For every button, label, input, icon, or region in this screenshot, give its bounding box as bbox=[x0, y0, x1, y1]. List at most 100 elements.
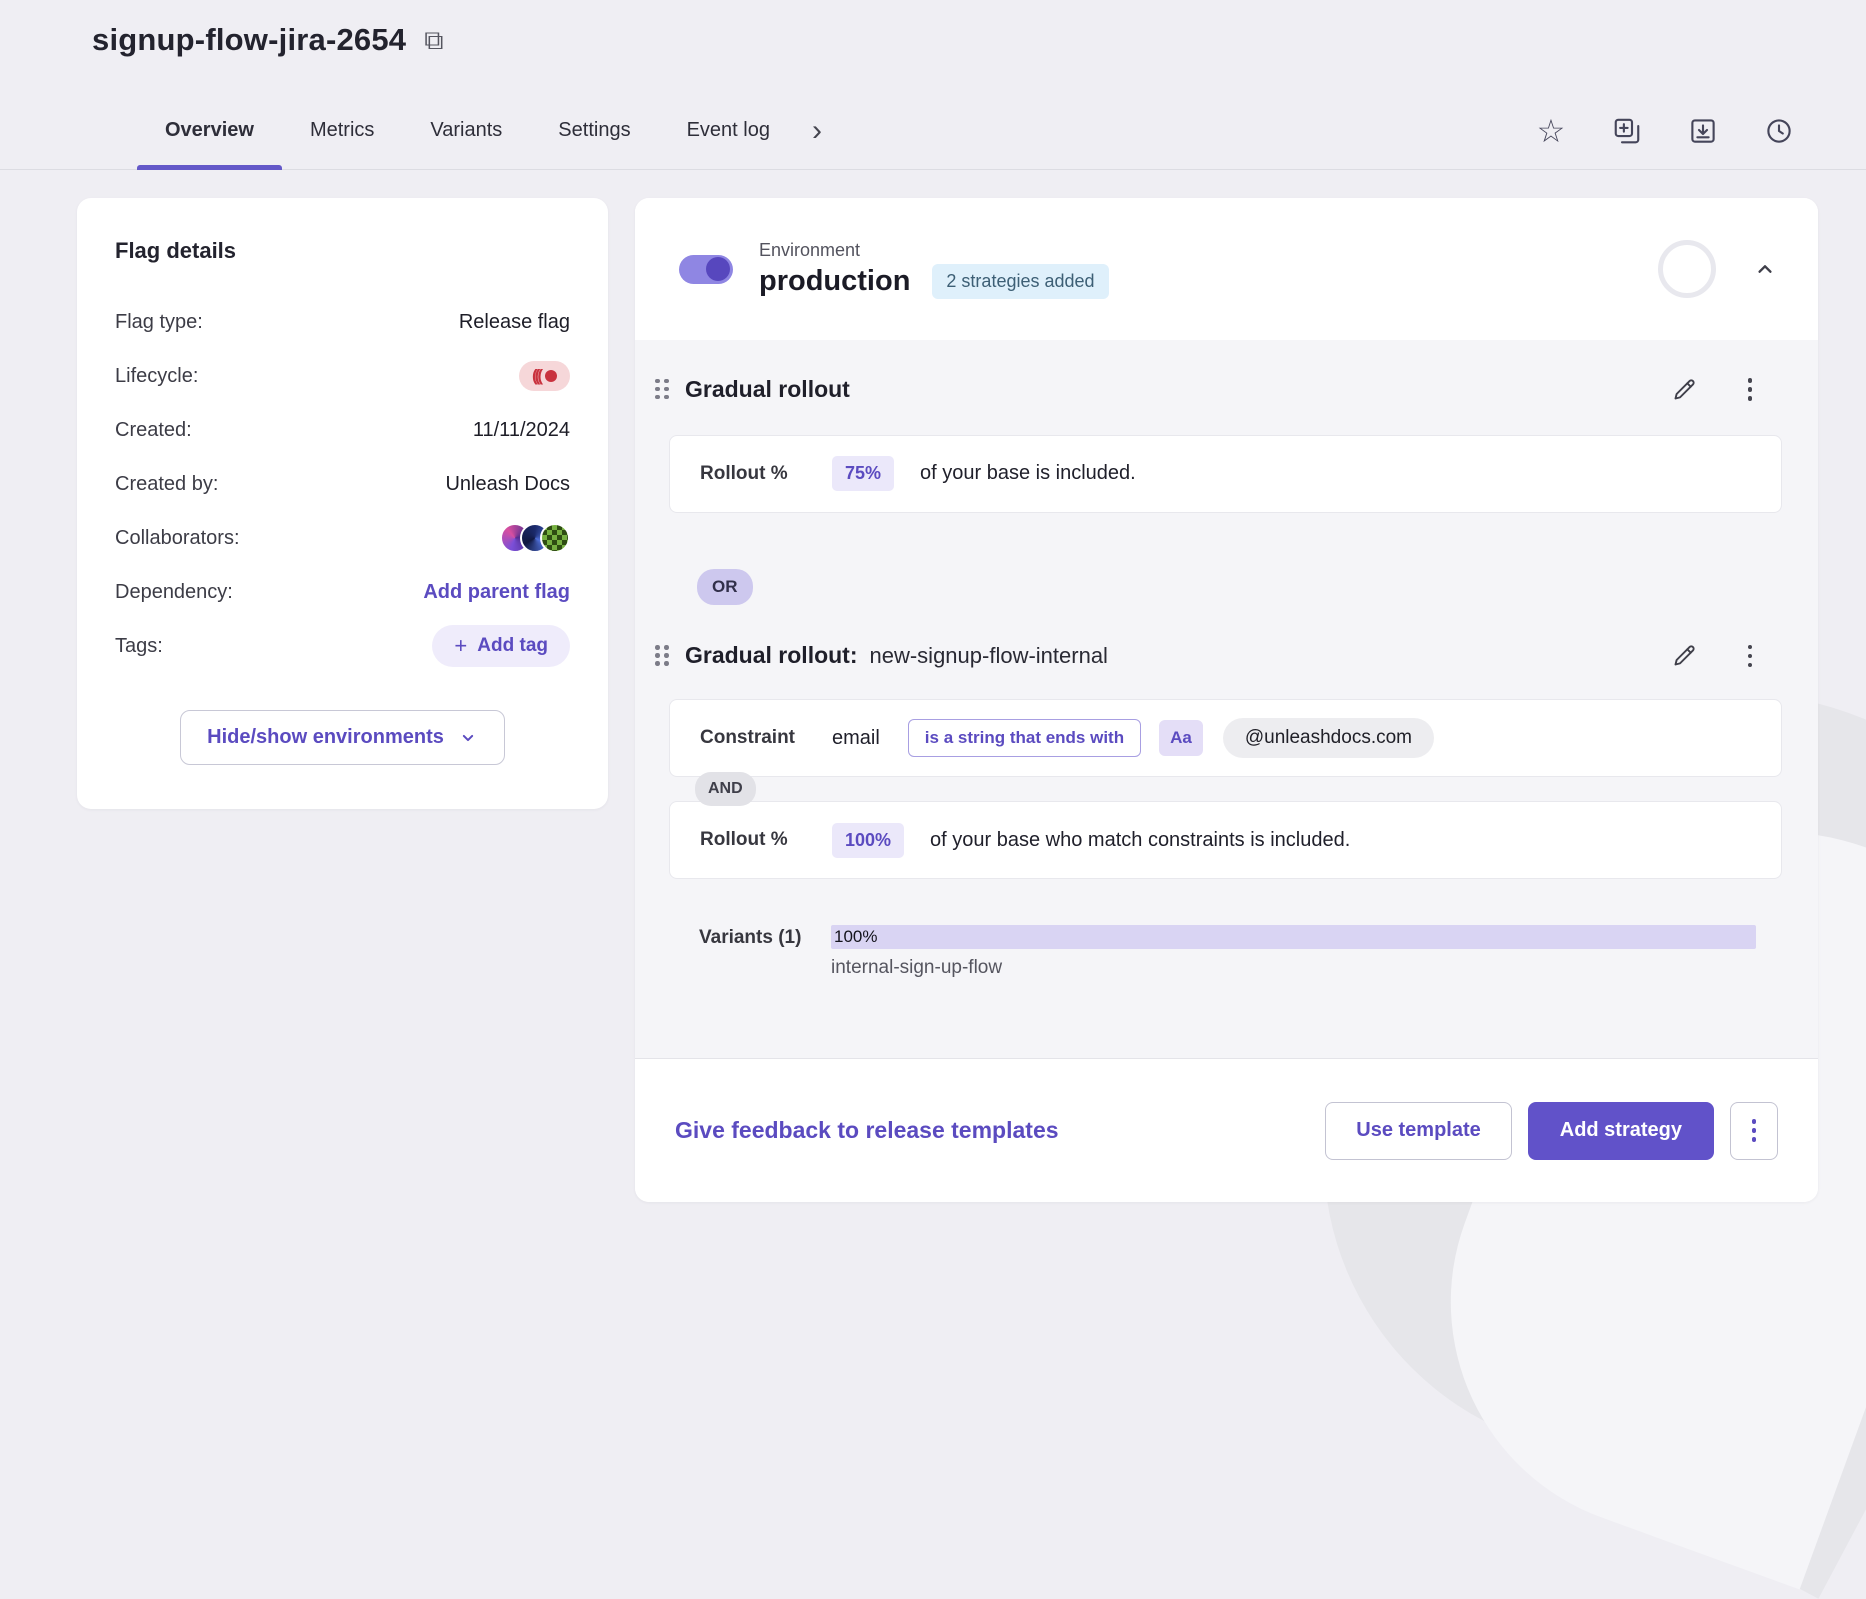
case-sensitive-badge: Aa bbox=[1159, 720, 1203, 756]
collapse-environment-button[interactable] bbox=[1752, 256, 1778, 282]
rollout-label: Rollout % bbox=[700, 829, 832, 851]
tabs-overflow-chevron-icon[interactable]: › bbox=[798, 92, 836, 169]
flag-details-card: Flag details Flag type: Release flag Lif… bbox=[77, 198, 608, 809]
tab-metrics[interactable]: Metrics bbox=[282, 92, 402, 169]
created-label: Created: bbox=[115, 419, 192, 442]
constraint-operator-badge: is a string that ends with bbox=[908, 719, 1141, 757]
rollout-label: Rollout % bbox=[700, 463, 832, 485]
rollout-card-one: Rollout % 75% of your base is included. bbox=[669, 435, 1782, 513]
add-parent-flag-link[interactable]: Add parent flag bbox=[423, 581, 570, 604]
dependency-label: Dependency: bbox=[115, 581, 233, 604]
strategy-two-subtitle: new-signup-flow-internal bbox=[870, 643, 1108, 669]
duplicate-icon bbox=[1612, 116, 1642, 146]
constraint-card: Constraint email is a string that ends w… bbox=[669, 699, 1782, 777]
strategy-two-title: Gradual rollout: bbox=[685, 642, 858, 669]
avatar bbox=[540, 523, 570, 553]
tags-label: Tags: bbox=[115, 635, 163, 658]
edit-strategy-button[interactable] bbox=[1671, 376, 1698, 403]
rollout-percent-chip: 100% bbox=[832, 823, 904, 858]
rollout-description: of your base who match constraints is in… bbox=[930, 829, 1350, 852]
page-header: signup-flow-jira-2654 ⧉ bbox=[92, 22, 444, 58]
star-icon: ☆ bbox=[1537, 115, 1566, 147]
variant-percent: 100% bbox=[834, 927, 877, 947]
strategies-panel: Gradual rollout Rollout % 75% of your ba… bbox=[635, 340, 1818, 1058]
archive-flag-icon[interactable] bbox=[1686, 114, 1720, 148]
add-tag-label: Add tag bbox=[477, 635, 548, 657]
variant-bar-area: 100% internal-sign-up-flow bbox=[831, 925, 1756, 979]
created-row: Created: 11/11/2024 bbox=[115, 408, 570, 452]
strategies-count-badge: 2 strategies added bbox=[932, 264, 1108, 299]
archive-box-icon bbox=[1688, 116, 1718, 146]
lifecycle-completed-badge[interactable]: ((( bbox=[519, 361, 570, 391]
and-badge: AND bbox=[695, 772, 756, 806]
tab-overview[interactable]: Overview bbox=[137, 92, 282, 169]
pencil-icon bbox=[1671, 642, 1698, 669]
lifecycle-arcs-icon: ((( bbox=[532, 366, 540, 386]
add-tag-button[interactable]: + Add tag bbox=[432, 625, 570, 667]
favorite-star-icon[interactable]: ☆ bbox=[1534, 114, 1568, 148]
hide-show-environments-button[interactable]: Hide/show environments bbox=[180, 710, 505, 765]
chevron-down-icon bbox=[458, 728, 478, 748]
tags-row: Tags: + Add tag bbox=[115, 624, 570, 668]
strategy-two-header: Gradual rollout: new-signup-flow-interna… bbox=[649, 603, 1782, 700]
constraint-value-pill: @unleashdocs.com bbox=[1223, 718, 1434, 758]
strategy-menu-button[interactable] bbox=[1738, 372, 1763, 407]
copy-flag-icon[interactable] bbox=[1610, 114, 1644, 148]
drag-handle-icon[interactable] bbox=[649, 373, 675, 406]
clock-icon bbox=[1764, 116, 1794, 146]
exposure-ring-chart bbox=[1658, 240, 1716, 298]
add-strategy-button[interactable]: Add strategy bbox=[1528, 1102, 1714, 1160]
hide-show-environments-label: Hide/show environments bbox=[207, 726, 444, 749]
copy-flag-name-icon[interactable]: ⧉ bbox=[424, 27, 443, 54]
flag-toolbar: ☆ bbox=[1534, 92, 1796, 169]
strategy-menu-button[interactable] bbox=[1738, 639, 1763, 674]
environment-footer: Give feedback to release templates Use t… bbox=[635, 1058, 1818, 1202]
or-separator: OR bbox=[697, 569, 1782, 603]
history-clock-icon[interactable] bbox=[1762, 114, 1796, 148]
strategy-one-header: Gradual rollout bbox=[649, 340, 1782, 435]
variants-section: Variants (1) 100% internal-sign-up-flow bbox=[699, 925, 1782, 979]
created-by-value: Unleash Docs bbox=[445, 473, 570, 496]
variant-name: internal-sign-up-flow bbox=[831, 957, 1756, 979]
flag-type-label: Flag type: bbox=[115, 311, 203, 334]
use-template-button[interactable]: Use template bbox=[1325, 1102, 1512, 1160]
constraint-label: Constraint bbox=[700, 727, 832, 749]
constraint-field: email bbox=[832, 727, 880, 750]
pencil-icon bbox=[1671, 376, 1698, 403]
created-by-label: Created by: bbox=[115, 473, 218, 496]
tab-variants[interactable]: Variants bbox=[402, 92, 530, 169]
collaborators-row: Collaborators: bbox=[115, 516, 570, 560]
strategy-one-title: Gradual rollout bbox=[685, 376, 850, 403]
chevron-up-icon bbox=[1752, 256, 1778, 282]
lifecycle-row: Lifecycle: ((( bbox=[115, 354, 570, 398]
tab-bar: Overview Metrics Variants Settings Event… bbox=[0, 92, 1866, 170]
collaborator-avatars bbox=[500, 523, 570, 553]
flag-type-value: Release flag bbox=[459, 311, 570, 334]
variant-distribution-bar: 100% bbox=[831, 925, 1756, 949]
environment-toggle[interactable] bbox=[679, 255, 733, 284]
tab-event-log[interactable]: Event log bbox=[659, 92, 798, 169]
rollout-description: of your base is included. bbox=[920, 462, 1136, 485]
rollout-percent-chip: 75% bbox=[832, 456, 894, 491]
footer-menu-button[interactable] bbox=[1730, 1102, 1778, 1160]
environment-text: Environment production 2 strategies adde… bbox=[759, 240, 1109, 299]
rollout-card-two: Rollout % 100% of your base who match co… bbox=[669, 801, 1782, 879]
lifecycle-label: Lifecycle: bbox=[115, 365, 198, 388]
variants-label: Variants (1) bbox=[699, 925, 831, 979]
or-badge: OR bbox=[697, 569, 753, 605]
environment-name: production bbox=[759, 265, 910, 298]
flag-details-title: Flag details bbox=[115, 238, 570, 264]
flag-type-row: Flag type: Release flag bbox=[115, 300, 570, 344]
plus-icon: + bbox=[454, 635, 467, 657]
tab-settings[interactable]: Settings bbox=[530, 92, 658, 169]
environment-card: Environment production 2 strategies adde… bbox=[635, 198, 1818, 1202]
edit-strategy-button[interactable] bbox=[1671, 642, 1698, 669]
created-by-row: Created by: Unleash Docs bbox=[115, 462, 570, 506]
collaborators-label: Collaborators: bbox=[115, 527, 240, 550]
created-value: 11/11/2024 bbox=[473, 419, 570, 442]
drag-handle-icon[interactable] bbox=[649, 639, 675, 672]
release-templates-feedback-link[interactable]: Give feedback to release templates bbox=[675, 1117, 1059, 1144]
environment-label: Environment bbox=[759, 240, 1109, 261]
environment-header: Environment production 2 strategies adde… bbox=[635, 198, 1818, 340]
and-separator: AND bbox=[669, 777, 1782, 801]
